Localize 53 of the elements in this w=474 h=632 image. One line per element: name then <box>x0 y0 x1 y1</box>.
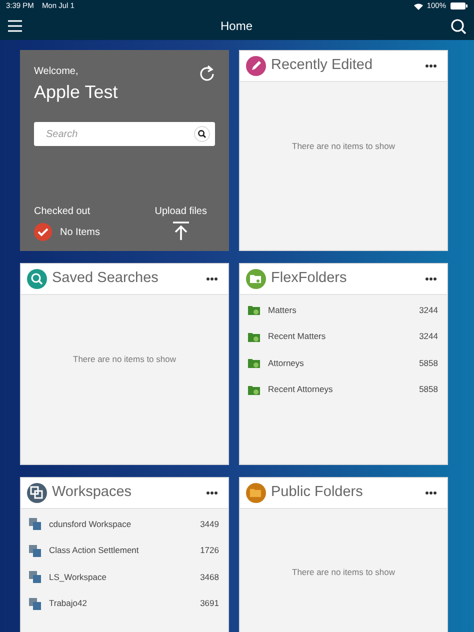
item-count: 3244 <box>419 330 438 344</box>
more-icon[interactable] <box>425 277 437 281</box>
workspace-icon <box>29 598 41 610</box>
item-name[interactable]: cdunsford Workspace <box>49 518 132 531</box>
item-name[interactable]: Recent Attorneys <box>268 383 333 396</box>
panel-title: Recently Edited <box>271 56 373 76</box>
battery-icon <box>450 2 468 10</box>
more-icon[interactable] <box>206 277 218 281</box>
item-count: 5858 <box>419 356 438 370</box>
search-bar[interactable]: Search <box>34 122 215 146</box>
upload-icon[interactable] <box>172 221 190 241</box>
folder-icon <box>248 304 260 316</box>
menu-icon[interactable] <box>8 20 22 32</box>
panel-title: Workspaces <box>52 483 132 502</box>
workspace-icon <box>29 571 41 584</box>
item-name[interactable]: Class Action Settlement <box>49 544 139 558</box>
item-count: 3691 <box>200 597 219 610</box>
folder-icon <box>248 384 260 396</box>
empty-message: There are no items to show <box>73 353 176 366</box>
panel-title: FlexFolders <box>271 269 347 288</box>
item-name[interactable]: Recent Matters <box>268 330 326 344</box>
page-title: Home <box>220 18 252 35</box>
search-icon[interactable] <box>194 126 210 142</box>
item-name[interactable]: Trabajo42 <box>49 597 87 610</box>
checked-out-label: Checked out <box>34 205 92 219</box>
item-name[interactable]: Attorneys <box>268 356 304 370</box>
item-count: 3244 <box>419 304 438 317</box>
item-name[interactable]: LS_Workspace <box>49 570 106 584</box>
search-icon[interactable] <box>450 18 466 34</box>
workspace-icon <box>29 518 41 530</box>
more-icon[interactable] <box>425 491 437 495</box>
checked-out-count: No Items <box>60 226 100 240</box>
item-count: 1726 <box>200 544 219 558</box>
item-count: 5858 <box>419 383 438 396</box>
panel-title: Saved Searches <box>52 269 158 288</box>
more-icon[interactable] <box>425 64 437 68</box>
upload-label[interactable]: Upload files <box>154 204 207 219</box>
panel-title: Public Folders <box>271 483 363 502</box>
folder-icon <box>248 330 260 343</box>
item-name[interactable]: Matters <box>268 304 296 317</box>
folder-icon <box>248 357 260 370</box>
check-icon <box>34 223 52 241</box>
empty-message: There are no items to show <box>292 566 395 579</box>
wifi-icon <box>414 2 423 10</box>
search-field[interactable]: Search <box>44 126 194 142</box>
empty-message: There are no items to show <box>292 140 395 152</box>
item-count: 3449 <box>200 518 219 531</box>
refresh-icon[interactable] <box>199 64 215 82</box>
workspace-icon <box>29 544 41 557</box>
more-icon[interactable] <box>206 491 218 495</box>
user-name: Apple Test <box>34 81 118 104</box>
greeting-text: Welcome, <box>34 65 80 79</box>
item-count: 3468 <box>200 570 219 584</box>
